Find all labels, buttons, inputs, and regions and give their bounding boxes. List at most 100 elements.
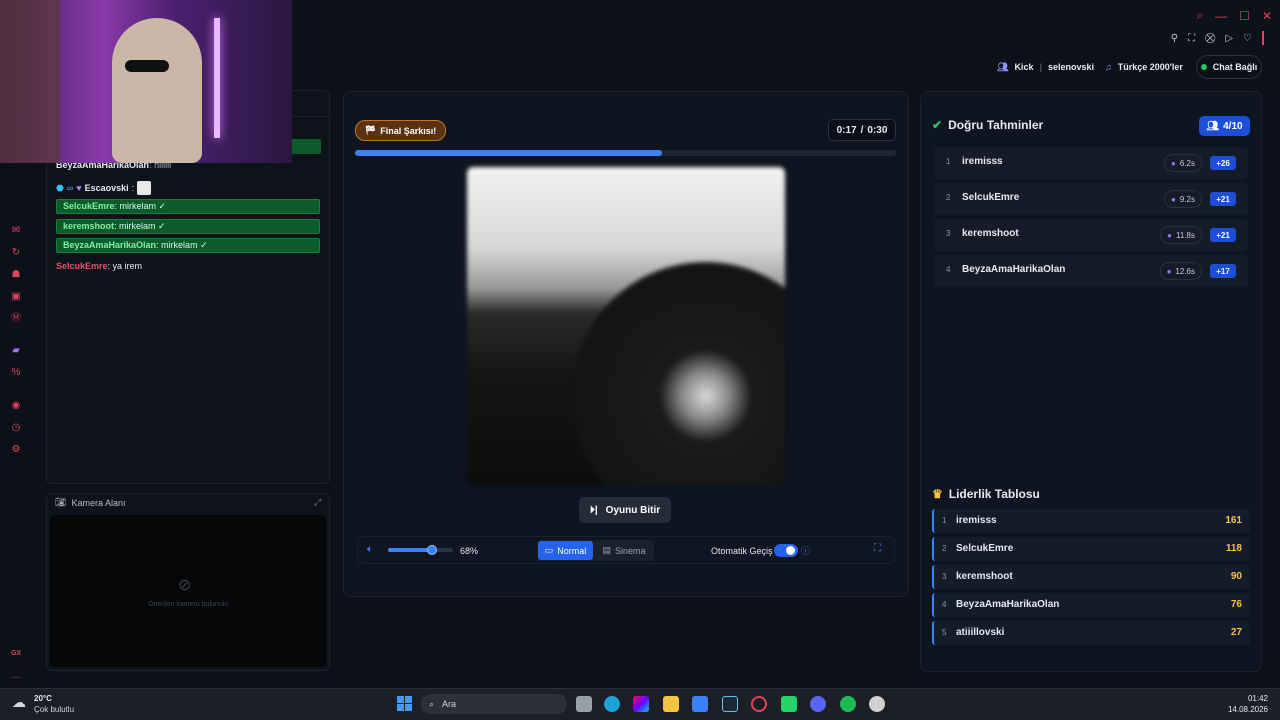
- percent-icon[interactable]: %: [10, 367, 22, 379]
- twitch-icon[interactable]: ▰: [10, 345, 22, 357]
- sidebar-rail: ✉ ↻ ☗ ▣ Ⓜ ▰ % ◉ ◷ ⚙ GX …: [0, 215, 32, 685]
- close-icon[interactable]: ✕: [1262, 9, 1272, 23]
- fullscreen-icon[interactable]: ⛶: [874, 543, 881, 554]
- refresh-icon[interactable]: ↻: [10, 247, 22, 259]
- gx-label[interactable]: GX: [10, 648, 22, 660]
- time-current: 0:17: [836, 124, 857, 136]
- clock-icon[interactable]: ◷: [10, 422, 22, 434]
- chat-message-correct: SelcukEmre: mirkelam ✓: [56, 199, 320, 214]
- heart-icon[interactable]: ♡: [1243, 33, 1252, 44]
- search-icon[interactable]: ⌕: [1196, 8, 1203, 23]
- weather-icon[interactable]: ☁: [12, 694, 26, 711]
- toggle-knob: [786, 546, 795, 555]
- bot-icon[interactable]: ☗: [10, 269, 22, 281]
- lb-name: SelcukEmre: [956, 543, 1014, 554]
- settings-icon[interactable]: ⚙: [10, 444, 22, 456]
- guess-time: 11.8s: [1176, 230, 1195, 240]
- steam-icon[interactable]: [722, 696, 738, 712]
- edge-icon[interactable]: [604, 696, 620, 712]
- copilot-icon[interactable]: [633, 696, 649, 712]
- guess-rank: 3: [946, 229, 951, 238]
- play-circle-icon[interactable]: ◉: [10, 400, 22, 412]
- users-icon: 👥︎: [1206, 120, 1220, 132]
- badge-icon: ∞: [66, 183, 74, 193]
- end-game-button[interactable]: ⏵︎| Oyunu Bitir: [579, 497, 671, 523]
- minimize-icon[interactable]: —: [1215, 9, 1227, 23]
- user-icon: ●: [1167, 230, 1173, 240]
- weather-text: Çok bulutlu: [34, 705, 75, 714]
- maximize-icon[interactable]: ☐: [1239, 9, 1250, 23]
- lb-name: keremshoot: [956, 571, 1013, 582]
- camera-off-icon: ⊘: [178, 577, 192, 594]
- time-separator: /: [860, 124, 864, 136]
- mail-icon[interactable]: ✉: [10, 225, 22, 237]
- spotify-icon[interactable]: [840, 696, 856, 712]
- store-icon[interactable]: [692, 696, 708, 712]
- whatsapp-icon[interactable]: [781, 696, 797, 712]
- guess-time: 9.2s: [1179, 194, 1195, 204]
- mode-normal-button[interactable]: ▭ Normal: [538, 541, 593, 560]
- pin-icon[interactable]: ⚲: [1171, 33, 1178, 44]
- neon-light: [214, 18, 220, 138]
- camera-title: Kamera Alanı: [71, 497, 126, 508]
- search-icon: ⌕: [429, 698, 435, 709]
- window-controls: ⌕ — ☐ ✕: [1196, 8, 1272, 23]
- final-song-badge: 🏁︎ Final Şarkısı!: [355, 120, 446, 141]
- play-icon[interactable]: ▷: [1225, 33, 1233, 44]
- chat-message-correct: keremshoot: mirkelam ✓: [56, 219, 320, 234]
- more-icon[interactable]: …: [10, 670, 22, 682]
- guess-points: +21: [1210, 192, 1236, 206]
- chat-status-chip[interactable]: Chat Bağlı: [1196, 55, 1262, 79]
- song-progress: [355, 150, 896, 156]
- expand-icon[interactable]: ⤢: [314, 497, 321, 508]
- capture-icon[interactable]: ⛶: [1188, 33, 1195, 44]
- search-placeholder: Ara: [442, 699, 457, 709]
- leaderboard-row: 5 atiiillovski 27: [932, 621, 1250, 645]
- guess-points: +21: [1210, 228, 1236, 242]
- platform-name: Kick: [1014, 62, 1034, 72]
- guess-time-chip: ● 11.8s: [1160, 226, 1202, 244]
- lb-rank: 4: [942, 600, 947, 609]
- guess-time: 12.6s: [1175, 266, 1195, 276]
- discord-icon[interactable]: [810, 696, 826, 712]
- music-icon: ♫: [1105, 62, 1112, 72]
- opera-gx-icon[interactable]: [751, 696, 767, 712]
- weather-temp: 20°C: [34, 694, 52, 703]
- guess-time-chip: ● 6.2s: [1164, 154, 1202, 172]
- m-icon[interactable]: Ⓜ: [10, 313, 22, 325]
- file-viewer-icon[interactable]: [576, 696, 592, 712]
- skip-icon: ⏵︎|: [589, 504, 598, 516]
- windows-start-icon[interactable]: [397, 696, 412, 711]
- badge-icon: ♥: [76, 183, 82, 193]
- lb-score: 27: [1230, 627, 1242, 638]
- channel-name: selenovski: [1047, 62, 1095, 72]
- leaderboard-row: 1 iremisss 161: [932, 509, 1250, 533]
- monitor-icon[interactable]: ▣: [10, 291, 22, 303]
- guess-count-badge: 👥︎ 4/10: [1199, 116, 1250, 136]
- chat-message-correct: BeyzaAmaHarikaOlan: mirkelam ✓: [56, 238, 320, 253]
- sunglasses: [125, 60, 169, 72]
- mode-cinema-button[interactable]: ▤ Sinema: [596, 541, 652, 560]
- leaderboard-row: 2 SelcukEmre 118: [932, 537, 1250, 561]
- app-icon[interactable]: [869, 696, 885, 712]
- guess-rank: 4: [946, 265, 951, 274]
- volume-slider[interactable]: [388, 548, 453, 552]
- playlist-name: Türkçe 2000'ler: [1117, 62, 1183, 72]
- mode-cinema-label: Sinema: [615, 545, 646, 556]
- guess-name: iremisss: [962, 156, 1003, 167]
- info-icon[interactable]: ⓘ: [801, 544, 810, 557]
- webcam-overlay: [0, 0, 292, 163]
- guess-rank: 1: [946, 157, 951, 166]
- chat-status: Chat Bağlı: [1212, 62, 1258, 72]
- lb-name: BeyzaAmaHarikaOlan: [956, 599, 1060, 610]
- taskbar-search[interactable]: ⌕ Ara: [421, 694, 567, 714]
- leaderboard-row: 4 BeyzaAmaHarikaOlan 76: [932, 593, 1250, 617]
- platform-chip: 👥︎ Kick | selenovski: [997, 61, 1095, 73]
- shield-icon[interactable]: ⛒: [1205, 33, 1215, 44]
- volume-icon[interactable]: 🔈︎: [367, 544, 373, 555]
- file-explorer-icon[interactable]: [663, 696, 679, 712]
- status-dot-icon: [1200, 64, 1207, 70]
- clock-time: 01:42: [1247, 694, 1268, 703]
- leaderboard-row: 3 keremshoot 90: [932, 565, 1250, 589]
- chat-message: SelcukEmre: ya irem: [56, 261, 143, 271]
